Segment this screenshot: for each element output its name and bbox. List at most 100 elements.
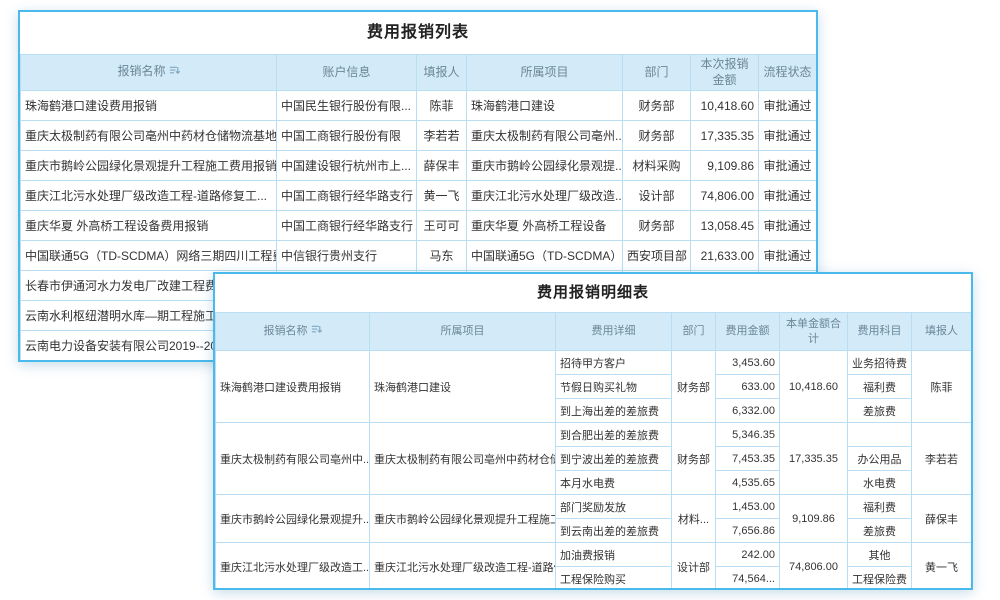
sort-icon[interactable] bbox=[169, 65, 180, 81]
column-label: 流程状态 bbox=[763, 65, 811, 79]
department-text: 材料采购 bbox=[623, 151, 691, 181]
department-text: 财务部 bbox=[623, 211, 691, 241]
expense-detail-panel: 费用报销明细表 报销名称所属项目费用详细部门费用金额本单金额合计费用科目填报人 … bbox=[213, 272, 973, 590]
sort-icon[interactable] bbox=[311, 324, 322, 339]
reimbursement-name-link[interactable]: 重庆华夏 外高桥工程设备费用报销 bbox=[21, 211, 277, 241]
reimbursement-name-link[interactable]: 中国联通5G（TD-SCDMA）网络三期四川工程费... bbox=[21, 241, 277, 271]
account-info-text: 中国工商银行经华路支行 bbox=[277, 211, 417, 241]
filler-link[interactable]: 马东 bbox=[417, 241, 467, 271]
amount-text: 74,806.00 bbox=[691, 181, 759, 211]
department-text: 财务部 bbox=[672, 423, 716, 495]
project-link[interactable]: 重庆江北污水处理厂级改造... bbox=[467, 181, 623, 211]
expense-detail-text: 本月水电费 bbox=[556, 471, 672, 495]
status-text: 审批通过 bbox=[759, 181, 817, 211]
status-text: 审批通过 bbox=[759, 91, 817, 121]
expense-amount-text: 74,564... bbox=[716, 567, 780, 591]
reimbursement-name-link[interactable]: 重庆太极制药有限公司亳州中药材仓储物流基地... bbox=[21, 121, 277, 151]
column-label: 报销名称 bbox=[264, 325, 308, 337]
list-column-header: 部门 bbox=[623, 55, 691, 91]
detail-row: 重庆太极制药有限公司亳州中...重庆太极制药有限公司亳州中药材仓储物流到合肥出差… bbox=[216, 423, 972, 447]
department-text: 财务部 bbox=[672, 351, 716, 423]
project-link[interactable]: 重庆太极制药有限公司亳州中药材仓储物流 bbox=[370, 423, 556, 495]
expense-detail-text: 招待甲方客户 bbox=[556, 351, 672, 375]
order-total-text: 10,418.60 bbox=[780, 351, 848, 423]
project-link[interactable]: 重庆市鹅岭公园绿化景观提升工程施工 bbox=[370, 495, 556, 543]
account-info-text: 中国工商银行股份有限 bbox=[277, 121, 417, 151]
list-column-header: 本次报销金额 bbox=[691, 55, 759, 91]
account-info-text: 中国建设银行杭州市上... bbox=[277, 151, 417, 181]
reimbursement-name-link[interactable]: 重庆江北污水处理厂级改造工... bbox=[216, 543, 370, 591]
detail-column-header: 费用科目 bbox=[848, 313, 912, 351]
account-info-text: 中国民生银行股份有限... bbox=[277, 91, 417, 121]
list-row: 重庆江北污水处理厂级改造工程-道路修复工...中国工商银行经华路支行黄一飞重庆江… bbox=[21, 181, 817, 211]
department-text: 材料... bbox=[672, 495, 716, 543]
expense-subject-text: 其他 bbox=[848, 543, 912, 567]
department-text: 设计部 bbox=[623, 181, 691, 211]
filler-link[interactable]: 陈菲 bbox=[417, 91, 467, 121]
expense-detail-title: 费用报销明细表 bbox=[215, 274, 971, 312]
column-label: 费用金额 bbox=[726, 325, 770, 337]
department-text: 财务部 bbox=[623, 121, 691, 151]
filler-link[interactable]: 薛保丰 bbox=[912, 495, 972, 543]
detail-column-header: 本单金额合计 bbox=[780, 313, 848, 351]
expense-subject-text: 差旅费 bbox=[848, 519, 912, 543]
department-text: 财务部 bbox=[623, 91, 691, 121]
department-text: 设计部 bbox=[672, 543, 716, 591]
project-link[interactable]: 重庆市鹅岭公园绿化景观提... bbox=[467, 151, 623, 181]
detail-column-header: 费用金额 bbox=[716, 313, 780, 351]
detail-row: 重庆市鹅岭公园绿化景观提升...重庆市鹅岭公园绿化景观提升工程施工部门奖励发放材… bbox=[216, 495, 972, 519]
expense-subject-text: 福利费 bbox=[848, 495, 912, 519]
column-label: 所属项目 bbox=[441, 325, 485, 337]
expense-detail-text: 部门奖励发放 bbox=[556, 495, 672, 519]
amount-text: 21,633.00 bbox=[691, 241, 759, 271]
project-link[interactable]: 重庆华夏 外高桥工程设备 bbox=[467, 211, 623, 241]
expense-detail-text: 加油费报销 bbox=[556, 543, 672, 567]
detail-column-header: 填报人 bbox=[912, 313, 972, 351]
filler-link[interactable]: 李若若 bbox=[417, 121, 467, 151]
filler-link[interactable]: 李若若 bbox=[912, 423, 972, 495]
status-text: 审批通过 bbox=[759, 241, 817, 271]
expense-amount-text: 4,535.65 bbox=[716, 471, 780, 495]
status-text: 审批通过 bbox=[759, 121, 817, 151]
filler-link[interactable]: 陈菲 bbox=[912, 351, 972, 423]
column-label: 部门 bbox=[644, 65, 668, 79]
list-row: 重庆太极制药有限公司亳州中药材仓储物流基地...中国工商银行股份有限李若若重庆太… bbox=[21, 121, 817, 151]
order-total-text: 17,335.35 bbox=[780, 423, 848, 495]
column-label: 填报人 bbox=[925, 325, 958, 337]
reimbursement-name-link[interactable]: 珠海鹤港口建设费用报销 bbox=[216, 351, 370, 423]
expense-detail-text: 到上海出差的差旅费 bbox=[556, 399, 672, 423]
column-label: 费用详细 bbox=[592, 325, 636, 337]
account-info-text: 中信银行贵州支行 bbox=[277, 241, 417, 271]
project-link[interactable]: 珠海鹤港口建设 bbox=[467, 91, 623, 121]
reimbursement-name-link[interactable]: 重庆市鹅岭公园绿化景观提升... bbox=[216, 495, 370, 543]
detail-row: 珠海鹤港口建设费用报销珠海鹤港口建设招待甲方客户财务部3,453.6010,41… bbox=[216, 351, 972, 375]
reimbursement-name-link[interactable]: 重庆江北污水处理厂级改造工程-道路修复工... bbox=[21, 181, 277, 211]
detail-row: 重庆江北污水处理厂级改造工...重庆江北污水处理厂级改造工程-道路修复工加油费报… bbox=[216, 543, 972, 567]
project-link[interactable]: 重庆江北污水处理厂级改造工程-道路修复工 bbox=[370, 543, 556, 591]
reimbursement-name-link[interactable]: 重庆市鹅岭公园绿化景观提升工程施工费用报销 bbox=[21, 151, 277, 181]
expense-subject-text: 水电费 bbox=[848, 471, 912, 495]
detail-column-header: 所属项目 bbox=[370, 313, 556, 351]
list-row: 重庆市鹅岭公园绿化景观提升工程施工费用报销中国建设银行杭州市上...薛保丰重庆市… bbox=[21, 151, 817, 181]
filler-link[interactable]: 黄一飞 bbox=[417, 181, 467, 211]
column-label: 本次报销金额 bbox=[700, 57, 748, 87]
list-column-header: 填报人 bbox=[417, 55, 467, 91]
project-link[interactable]: 重庆太极制药有限公司亳州... bbox=[467, 121, 623, 151]
filler-link[interactable]: 王可可 bbox=[417, 211, 467, 241]
expense-detail-text: 到云南出差的差旅费 bbox=[556, 519, 672, 543]
expense-amount-text: 6,332.00 bbox=[716, 399, 780, 423]
expense-detail-text: 到宁波出差的差旅费 bbox=[556, 447, 672, 471]
project-link[interactable]: 珠海鹤港口建设 bbox=[370, 351, 556, 423]
project-link[interactable]: 中国联通5G（TD-SCDMA）网... bbox=[467, 241, 623, 271]
detail-column-header: 费用详细 bbox=[556, 313, 672, 351]
filler-link[interactable]: 黄一飞 bbox=[912, 543, 972, 591]
list-row: 珠海鹤港口建设费用报销中国民生银行股份有限...陈菲珠海鹤港口建设财务部10,4… bbox=[21, 91, 817, 121]
column-label: 本单金额合计 bbox=[786, 318, 841, 344]
account-info-text: 中国工商银行经华路支行 bbox=[277, 181, 417, 211]
reimbursement-name-link[interactable]: 重庆太极制药有限公司亳州中... bbox=[216, 423, 370, 495]
list-row: 重庆华夏 外高桥工程设备费用报销中国工商银行经华路支行王可可重庆华夏 外高桥工程… bbox=[21, 211, 817, 241]
order-total-text: 9,109.86 bbox=[780, 495, 848, 543]
filler-link[interactable]: 薛保丰 bbox=[417, 151, 467, 181]
reimbursement-name-link[interactable]: 珠海鹤港口建设费用报销 bbox=[21, 91, 277, 121]
expense-subject-text: 福利费 bbox=[848, 375, 912, 399]
